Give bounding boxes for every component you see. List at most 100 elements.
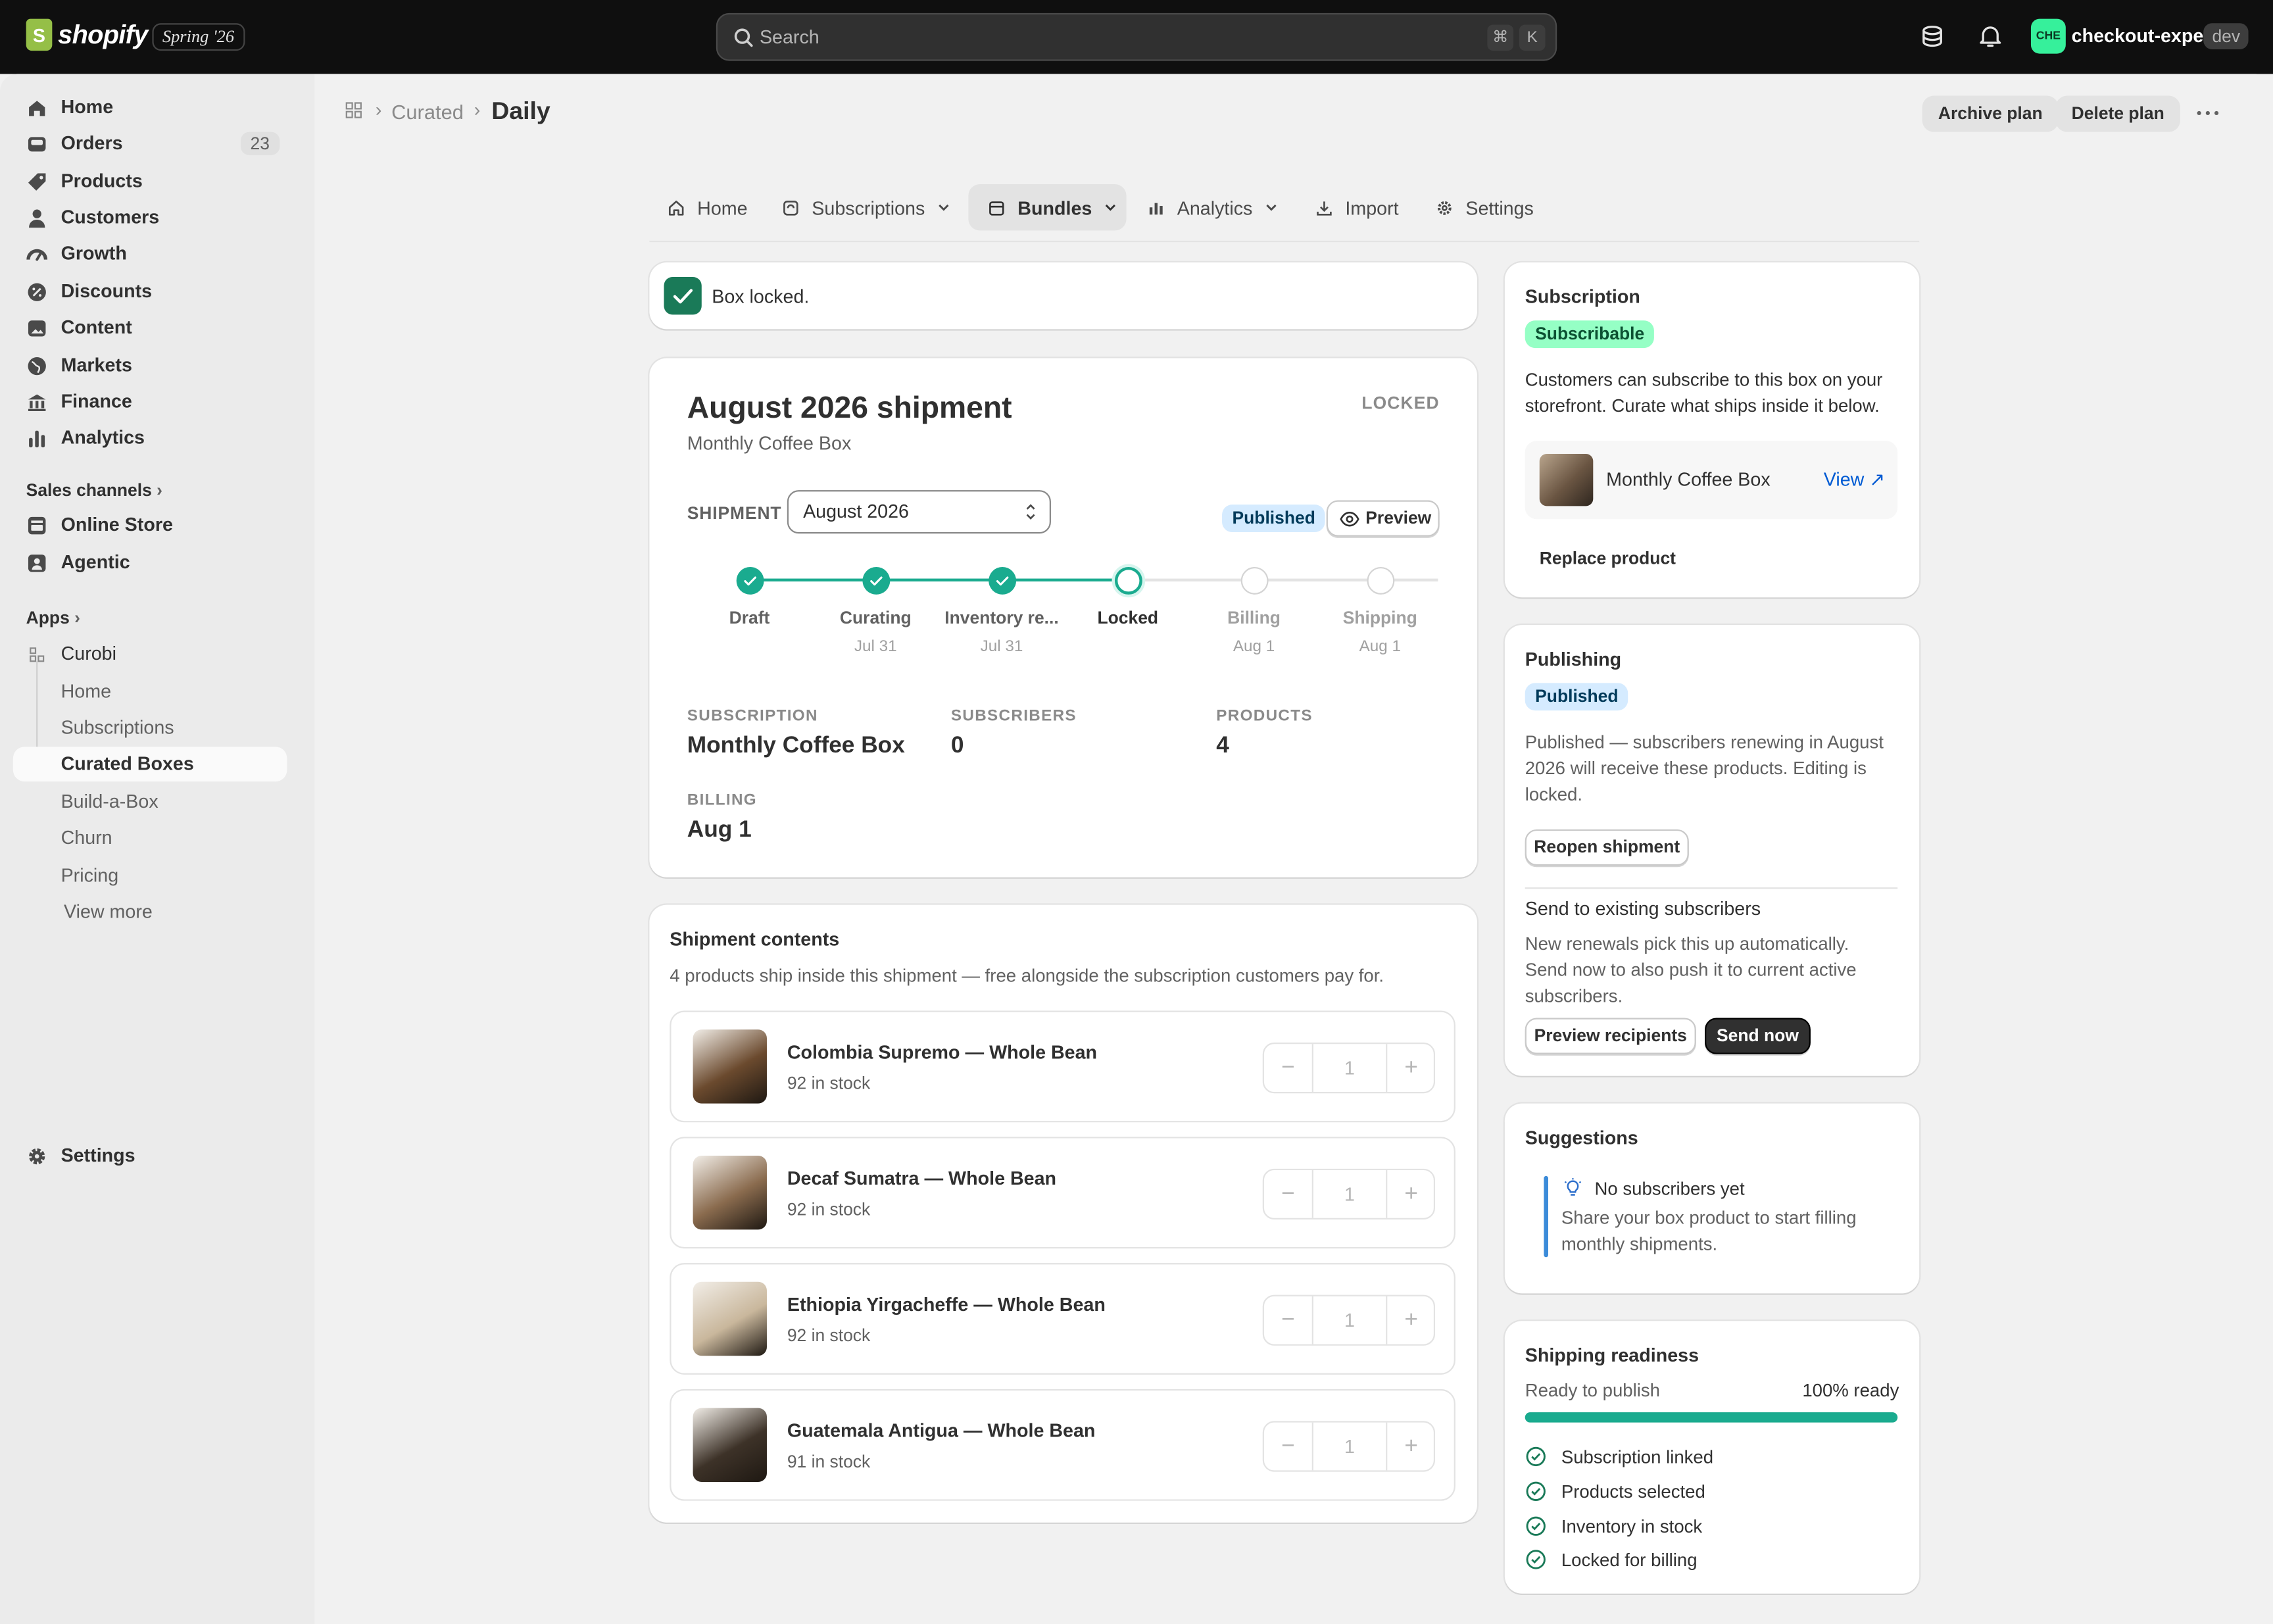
sidebar-item-orders[interactable]: Orders 23 xyxy=(13,126,287,161)
step-name: Curating xyxy=(839,607,912,628)
sidebar-item-online-store[interactable]: Online Store xyxy=(13,508,287,543)
store-avatar[interactable]: CHE xyxy=(2030,18,2066,54)
step-date: Aug 1 xyxy=(1359,637,1401,656)
quantity-value[interactable]: 1 xyxy=(1311,1422,1388,1471)
step-name: Billing xyxy=(1227,607,1281,628)
globe-icon xyxy=(28,357,46,376)
step-name: Draft xyxy=(729,607,770,628)
sidebar-item-label: Build-a-Box xyxy=(61,790,159,812)
sidebar-item-label: Finance xyxy=(61,390,132,412)
select-arrows-icon xyxy=(1026,504,1035,520)
person-icon xyxy=(29,209,45,228)
quantity-value[interactable]: 1 xyxy=(1311,1170,1388,1218)
home-outline-icon xyxy=(668,200,684,215)
storage-icon[interactable] xyxy=(1919,23,1945,49)
sidebar-app-item-churn[interactable]: Churn xyxy=(13,821,287,856)
tab-settings[interactable]: Settings xyxy=(1435,184,1534,231)
quantity-value[interactable]: 1 xyxy=(1311,1296,1388,1344)
sidebar-item-label: Curated Boxes xyxy=(61,752,194,775)
tab-home[interactable]: Home xyxy=(667,184,748,231)
more-horizontal-icon[interactable] xyxy=(2193,99,2222,128)
search-placeholder: Search xyxy=(759,26,819,48)
increment-button[interactable]: + xyxy=(1387,1296,1435,1344)
check-icon xyxy=(664,277,702,315)
sidebar-item-discounts[interactable]: Discounts xyxy=(13,274,287,309)
breadcrumb-parent[interactable]: Curated xyxy=(391,100,464,123)
sidebar-item-products[interactable]: Products xyxy=(13,164,287,199)
view-product-link[interactable]: View ↗ xyxy=(1824,467,1886,493)
shopify-logo[interactable]: S shopify xyxy=(26,18,148,51)
store-name[interactable]: checkout-expert xyxy=(2072,24,2217,46)
sidebar-item-growth[interactable]: Growth xyxy=(13,236,287,271)
tag-icon xyxy=(28,173,46,191)
product-thumbnail xyxy=(693,1155,767,1230)
send-now-button[interactable]: Send now xyxy=(1705,1018,1811,1054)
sidebar-item-curobi[interactable]: Curobi xyxy=(13,637,287,672)
sidebar-item-label: Online Store xyxy=(61,513,173,535)
readiness-label: Ready to publish xyxy=(1525,1380,1660,1401)
tab-analytics[interactable]: Analytics xyxy=(1146,184,1279,231)
quantity-value[interactable]: 1 xyxy=(1311,1044,1388,1092)
increment-button[interactable]: + xyxy=(1387,1044,1435,1092)
chevron-down-icon xyxy=(1106,204,1116,211)
archive-plan-button[interactable]: Archive plan xyxy=(1922,95,2059,132)
sidebar-item-markets[interactable]: Markets xyxy=(13,348,287,383)
preview-recipients-button[interactable]: Preview recipients xyxy=(1525,1018,1696,1054)
increment-button[interactable]: + xyxy=(1387,1170,1435,1218)
sidebar-item-agentic[interactable]: Agentic xyxy=(13,545,287,580)
sidebar-view-more[interactable]: View more xyxy=(13,895,287,929)
sidebar-item-finance[interactable]: Finance xyxy=(13,384,287,419)
apps-heading[interactable]: Apps › xyxy=(26,608,80,628)
sidebar-item-label: Agentic xyxy=(61,551,130,573)
sidebar-item-content[interactable]: Content xyxy=(13,310,287,345)
tab-bundles[interactable]: Bundles xyxy=(968,184,1127,231)
check-circle-icon xyxy=(1526,1446,1546,1467)
decrement-button[interactable]: − xyxy=(1264,1296,1312,1344)
sidebar-item-label: Settings xyxy=(61,1144,135,1166)
quantity-stepper: −1 + xyxy=(1262,1421,1436,1472)
tab-import[interactable]: Import xyxy=(1315,184,1399,231)
sidebar-item-label: Subscriptions xyxy=(61,716,174,739)
reopen-shipment-button[interactable]: Reopen shipment xyxy=(1525,829,1689,866)
content-icon xyxy=(28,320,46,337)
tab-subscriptions[interactable]: Subscriptions xyxy=(781,184,951,231)
stat-subscription-label: SUBSCRIPTION xyxy=(687,707,818,726)
increment-button[interactable]: + xyxy=(1387,1423,1435,1471)
bell-icon[interactable] xyxy=(1977,23,2003,49)
app-grid-icon[interactable] xyxy=(343,100,364,120)
edition-badge: Spring '26 xyxy=(152,23,245,51)
divider xyxy=(1525,887,1898,889)
sidebar-item-label: Home xyxy=(61,679,112,702)
decrement-button[interactable]: − xyxy=(1264,1423,1312,1471)
stat-subscription-value: Monthly Coffee Box xyxy=(687,733,905,758)
shipment-select[interactable]: August 2026 xyxy=(787,490,1051,534)
chevron-down-icon xyxy=(939,204,949,211)
search-input[interactable]: Search ⌘ K xyxy=(716,12,1557,61)
sales-channels-heading[interactable]: Sales channels › xyxy=(26,480,162,501)
search-icon xyxy=(734,28,753,47)
sidebar-item-home[interactable]: Home xyxy=(13,90,287,125)
preview-button[interactable]: Preview xyxy=(1326,500,1440,537)
sidebar-app-item-build-a-box[interactable]: Build-a-Box xyxy=(13,785,287,820)
toast-message: Box locked. xyxy=(712,285,810,308)
decrement-button[interactable]: − xyxy=(1264,1170,1312,1218)
delete-plan-button[interactable]: Delete plan xyxy=(2055,95,2181,132)
sidebar-item-label: Customers xyxy=(61,206,160,228)
step-current-marker xyxy=(1113,566,1142,594)
readiness-check-row: Locked for billing xyxy=(1525,1548,1698,1570)
sidebar-item-customers[interactable]: Customers xyxy=(13,200,287,235)
stat-products-value: 4 xyxy=(1216,733,1229,758)
sidebar-app-item-subscriptions[interactable]: Subscriptions xyxy=(13,710,287,745)
decrement-button[interactable]: − xyxy=(1264,1044,1312,1092)
sidebar-item-label: Growth xyxy=(61,242,127,264)
stepper-progress xyxy=(749,578,1128,582)
sidebar-app-item-curated-boxes[interactable]: Curated Boxes xyxy=(12,747,287,782)
product-name: Decaf Sumatra — Whole Bean xyxy=(787,1167,1057,1189)
sidebar-item-settings[interactable]: Settings xyxy=(13,1139,287,1173)
sidebar-item-analytics[interactable]: Analytics xyxy=(13,420,287,455)
sidebar-app-item-pricing[interactable]: Pricing xyxy=(13,858,287,893)
sidebar-app-item-home[interactable]: Home xyxy=(13,674,287,709)
product-row: Decaf Sumatra — Whole Bean 92 in stock −1 + xyxy=(670,1137,1455,1249)
gear-icon xyxy=(1438,200,1452,214)
replace-product-button[interactable]: Replace product xyxy=(1540,545,1676,572)
